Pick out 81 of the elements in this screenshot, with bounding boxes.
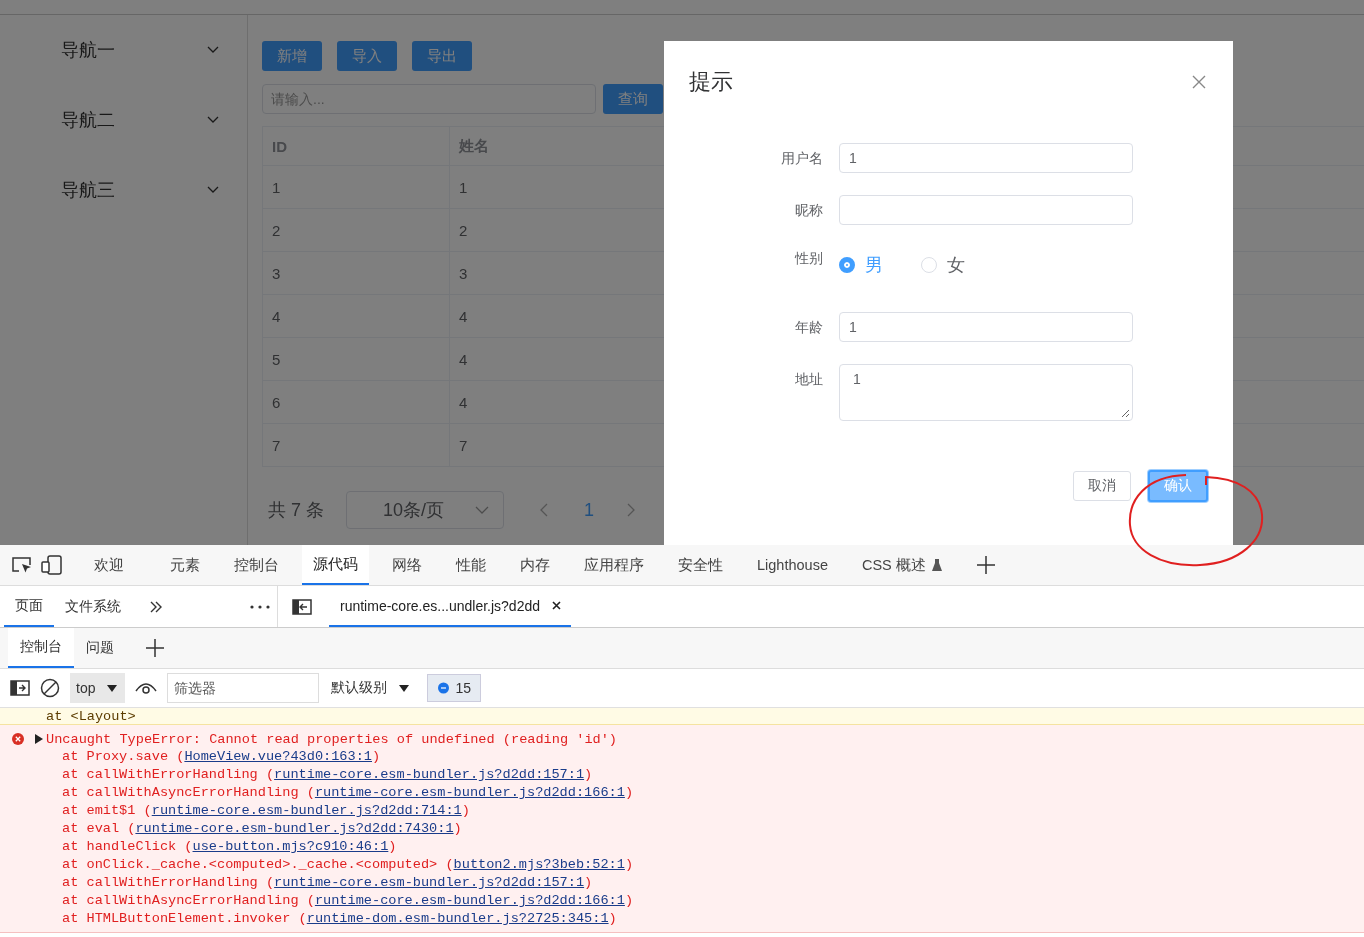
field-label: 用户名: [780, 149, 824, 168]
clear-icon[interactable]: [40, 678, 60, 698]
nav-menu-item[interactable]: 导航二: [0, 85, 247, 155]
dialog-title: 提示: [689, 68, 733, 96]
log-level-select[interactable]: 默认级别: [331, 679, 410, 697]
devtools-tab[interactable]: CSS 概述: [850, 545, 953, 585]
source-link[interactable]: button2.mjs?3beb:52:1: [453, 857, 625, 872]
field-label: 年龄: [794, 318, 824, 337]
devtools-tab[interactable]: 内存: [509, 545, 561, 585]
error-icon: [12, 733, 24, 745]
resize-handle-icon[interactable]: [1120, 408, 1130, 418]
stack-line: at Proxy.save (HomeView.vue?43d0:163:1): [61, 748, 382, 766]
filter-field[interactable]: 筛选器: [167, 673, 320, 703]
stack-line: at eval (runtime-core.esm-bundler.js?d2dd:7430:1): [61, 820, 463, 838]
source-link[interactable]: use-button.mjs?c910:46:1: [192, 839, 389, 854]
source-link[interactable]: runtime-core.esm-bundler.js?d2dd:157:1: [274, 875, 585, 890]
table-cell: 1: [262, 165, 450, 209]
dropdown-arrow-icon: [107, 684, 118, 692]
stack-line: at callWithAsyncErrorHandling (runtime-core.esm-bundler.js?d2dd:166:1): [61, 784, 635, 802]
source-link[interactable]: runtime-core.esm-bundler.js?d2dd:714:1: [151, 803, 462, 818]
toggle-navigator-icon[interactable]: [292, 598, 312, 615]
table-cell: 6: [262, 380, 450, 424]
devtools-tab[interactable]: Lighthouse: [746, 545, 839, 585]
inspect-icon[interactable]: [11, 556, 33, 574]
expand-icon[interactable]: [35, 734, 43, 744]
radio-option[interactable]: 女: [921, 253, 965, 277]
sidebar-toggle-icon[interactable]: [10, 680, 30, 696]
source-link[interactable]: runtime-core.esm-bundler.js?d2dd:166:1: [314, 893, 625, 908]
devtools-tab[interactable]: 控制台: [223, 545, 290, 585]
add-icon[interactable]: [146, 639, 164, 657]
table-cell: 7: [262, 423, 450, 467]
context-select[interactable]: top: [70, 673, 126, 703]
nav-menu-item[interactable]: 导航一: [0, 15, 247, 85]
table-cell: 3: [262, 251, 450, 295]
stack-line: at HTMLButtonElement.invoker (runtime-dom.esm-bundler.js?2725:345:1): [61, 910, 618, 928]
devtools-tab[interactable]: 应用程序: [573, 545, 655, 585]
devtools-tab[interactable]: 网络: [381, 545, 433, 585]
table-cell: 4: [262, 294, 450, 338]
stack-line: at handleClick (use-button.mjs?c910:46:1): [61, 838, 398, 856]
device-toolbar-icon[interactable]: [41, 555, 63, 575]
devtools-tab[interactable]: 元素: [159, 545, 211, 585]
text-area[interactable]: 1: [839, 364, 1133, 421]
field-label: 性别: [793, 249, 824, 268]
drawer-tab[interactable]: 控制台: [8, 628, 74, 668]
stack-line: at callWithAsyncErrorHandling (runtime-core.esm-bundler.js?d2dd:166:1): [61, 892, 635, 910]
stack-line: at callWithErrorHandling (runtime-core.esm-bundler.js?d2dd:157:1): [61, 874, 594, 892]
table-cell: 5: [262, 337, 450, 381]
devtools-tab[interactable]: 欢迎: [83, 545, 135, 585]
dropdown-arrow-icon: [399, 684, 410, 692]
more-options-icon[interactable]: [250, 604, 270, 609]
stack-line: at callWithErrorHandling (runtime-core.esm-bundler.js?d2dd:157:1): [61, 766, 594, 784]
stack-line: at onClick._cache.<computed>._cache.<computed> (button2.mjs?3beb:52:1): [61, 856, 635, 874]
stack-line: at <Layout>: [46, 708, 137, 724]
eye-icon[interactable]: [135, 681, 158, 695]
source-link[interactable]: runtime-dom.esm-bundler.js?2725:345:1: [306, 911, 609, 926]
add-icon[interactable]: [976, 556, 995, 574]
drawer-tab[interactable]: 问题: [74, 628, 126, 668]
error-message: Uncaught TypeError: Cannot read properties of undefined (reading 'id'): [46, 731, 618, 747]
chevron-down-icon: [475, 506, 489, 514]
source-link[interactable]: runtime-core.esm-bundler.js?d2dd:7430:1: [135, 821, 454, 836]
source-link[interactable]: runtime-core.esm-bundler.js?d2dd:166:1: [314, 785, 625, 800]
close-icon[interactable]: [552, 601, 561, 610]
message-count-badge[interactable]: 15: [427, 674, 482, 702]
devtools-tab[interactable]: 安全性: [667, 545, 734, 585]
chevron-down-icon: [207, 46, 219, 54]
nav-menu-item[interactable]: 导航三: [0, 155, 247, 225]
text-field[interactable]: 1: [839, 312, 1133, 342]
devtools-tab[interactable]: 性能: [445, 545, 497, 585]
stack-line: at emit$1 (runtime-core.esm-bundler.js?d2dd:714:1): [61, 802, 471, 820]
cancel-button[interactable]: 取消: [1073, 471, 1131, 501]
text-field[interactable]: [839, 195, 1133, 225]
chevron-down-icon: [207, 116, 219, 124]
devtools-tab[interactable]: 源代码: [302, 545, 369, 585]
more-tabs-icon[interactable]: [150, 600, 162, 613]
source-link[interactable]: HomeView.vue?43d0:163:1: [184, 749, 372, 764]
chevron-down-icon: [207, 186, 219, 194]
source-link[interactable]: runtime-core.esm-bundler.js?d2dd:157:1: [274, 767, 585, 782]
table-cell: 2: [262, 208, 450, 252]
total-count: 共 7 条: [268, 499, 324, 522]
text-field[interactable]: 1: [839, 143, 1133, 173]
navigator-tab[interactable]: 文件系统: [54, 586, 132, 627]
